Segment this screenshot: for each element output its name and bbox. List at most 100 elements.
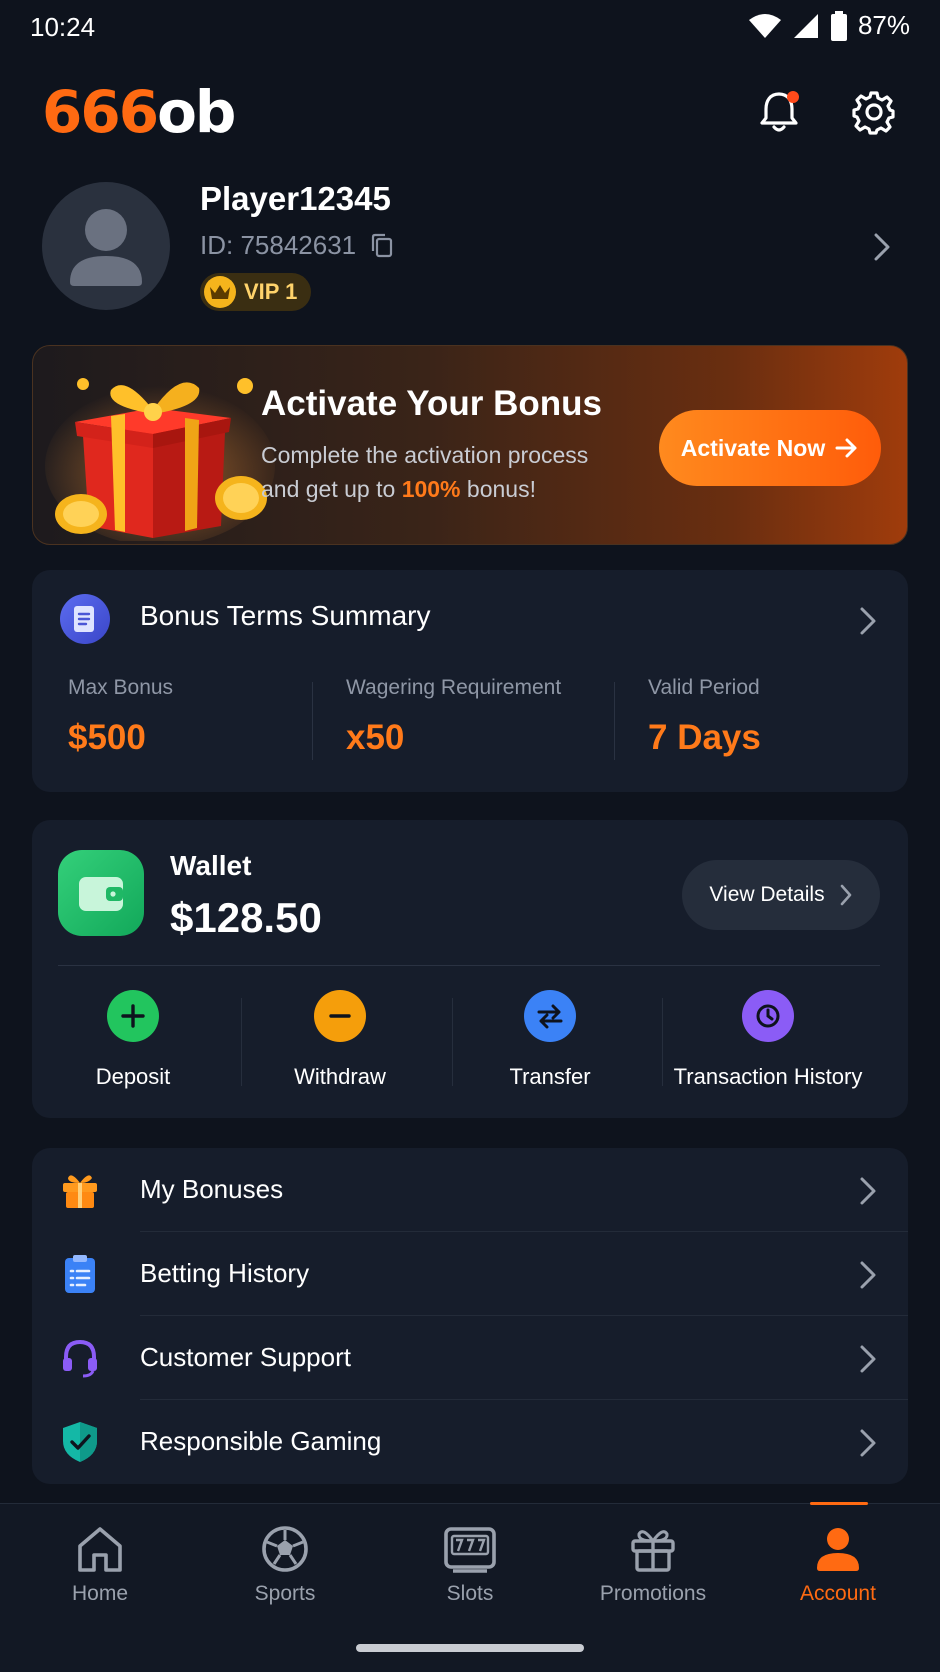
menu-item-betting-history[interactable]: Betting History: [32, 1232, 908, 1316]
username: Player12345: [200, 180, 391, 217]
logo-part-2: ob: [157, 78, 236, 146]
bonus-banner: Activate Your Bonus Complete the activat…: [32, 345, 908, 545]
notification-dot: [787, 91, 799, 103]
stat-value: 7 Days: [648, 718, 761, 757]
nav-home[interactable]: Home: [20, 1524, 180, 1606]
gift-icon: [58, 1168, 102, 1212]
divider: [312, 682, 313, 760]
nav-label: Slots: [446, 1582, 494, 1605]
divider: [614, 682, 615, 760]
nav-account[interactable]: Account: [758, 1524, 918, 1606]
nav-label: Sports: [254, 1582, 316, 1605]
stat-value: x50: [346, 718, 405, 757]
plus-icon: [107, 990, 159, 1042]
user-id: ID: 75842631: [200, 230, 357, 260]
stat-valid-period: Valid Period 7 Days: [648, 676, 761, 758]
copy-icon[interactable]: [370, 233, 394, 259]
chevron-right-icon[interactable]: [872, 232, 892, 262]
chevron-right-icon: [860, 1429, 876, 1457]
wifi-icon: [748, 13, 781, 38]
banner-desc-before: and get up to: [261, 476, 402, 502]
transfer-button[interactable]: Transfer: [485, 990, 615, 1090]
chevron-right-icon: [860, 1345, 876, 1373]
menu-item-my-bonuses[interactable]: My Bonuses: [32, 1148, 908, 1232]
settings-button[interactable]: [850, 88, 898, 136]
divider: [58, 965, 880, 966]
status-time: 10:24: [30, 12, 96, 42]
status-icons: 87%: [748, 10, 910, 41]
activate-now-button[interactable]: Activate Now: [659, 410, 881, 486]
battery-percent: 87%: [857, 10, 910, 40]
stat-label: Max Bonus: [68, 676, 174, 699]
stat-value: $500: [68, 718, 146, 757]
banner-desc-line1: Complete the activation process: [261, 442, 589, 468]
bonus-terms-card[interactable]: Bonus Terms Summary Max Bonus $500 Wager…: [32, 570, 908, 792]
wallet-card: Wallet $128.50 View Details Deposit With…: [32, 820, 908, 1118]
app-logo: 666ob: [42, 78, 236, 146]
signal-icon: [793, 13, 818, 38]
nav-label: Home: [71, 1582, 129, 1605]
activate-now-label: Activate Now: [680, 434, 826, 461]
view-details-label: View Details: [709, 883, 825, 906]
battery-icon: [830, 10, 847, 41]
menu-label: Betting History: [140, 1258, 310, 1288]
transaction-history-label: Transaction History: [673, 1064, 863, 1089]
banner-desc-after: bonus!: [460, 476, 536, 502]
stat-label: Valid Period: [648, 676, 760, 699]
vip-label: VIP 1: [244, 279, 298, 304]
stat-wagering: Wagering Requirement x50: [346, 676, 561, 758]
view-details-button[interactable]: View Details: [682, 860, 880, 930]
bell-icon: [760, 91, 799, 132]
withdraw-button[interactable]: Withdraw: [275, 990, 405, 1090]
withdraw-label: Withdraw: [294, 1064, 386, 1089]
terms-title: Bonus Terms Summary: [140, 600, 431, 631]
wallet-icon: [58, 850, 144, 936]
slot-machine-icon: [444, 1527, 496, 1573]
document-icon: [60, 594, 110, 644]
headset-icon: [58, 1336, 102, 1380]
menu-item-customer-support[interactable]: Customer Support: [32, 1316, 908, 1400]
chevron-right-icon[interactable]: [858, 606, 878, 636]
stat-label: Wagering Requirement: [346, 676, 562, 699]
divider: [662, 998, 663, 1086]
active-tab-indicator: [810, 1502, 868, 1505]
chevron-right-icon: [860, 1177, 876, 1205]
deposit-label: Deposit: [95, 1064, 171, 1089]
home-indicator[interactable]: [356, 1644, 584, 1652]
wallet-title: Wallet: [170, 850, 252, 881]
transfer-arrows-icon: [524, 990, 576, 1042]
nav-slots[interactable]: Slots: [390, 1524, 550, 1606]
gift-box-illustration: [45, 378, 275, 541]
status-bar: 10:24 87%: [0, 0, 940, 56]
deposit-button[interactable]: Deposit: [68, 990, 198, 1090]
banner-description: Complete the activation process and get …: [261, 438, 621, 506]
bottom-nav: Home Sports Slots Promotions Account: [0, 1502, 940, 1672]
user-id-row: ID: 75842631: [200, 230, 394, 261]
arrow-right-icon: [835, 438, 857, 458]
account-menu: My Bonuses Betting History Customer Supp…: [32, 1148, 908, 1484]
chevron-right-icon: [840, 884, 851, 906]
menu-label: Customer Support: [140, 1342, 351, 1372]
notification-button[interactable]: [755, 88, 803, 136]
banner-desc-percent: 100%: [401, 476, 461, 502]
nav-label: Promotions: [599, 1582, 707, 1605]
avatar[interactable]: [42, 182, 170, 310]
home-icon: [78, 1527, 122, 1572]
transfer-label: Transfer: [509, 1064, 591, 1089]
user-icon: [817, 1528, 859, 1571]
logo-part-1: 666: [42, 78, 159, 146]
gift-icon: [631, 1530, 675, 1572]
divider: [241, 998, 242, 1086]
wallet-balance: $128.50: [170, 894, 322, 941]
crown-icon: [204, 276, 236, 308]
menu-label: My Bonuses: [140, 1174, 284, 1204]
menu-item-responsible-gaming[interactable]: Responsible Gaming: [32, 1400, 908, 1484]
stat-max-bonus: Max Bonus $500: [68, 676, 173, 758]
gear-icon: [852, 91, 895, 135]
transaction-history-button[interactable]: Transaction History: [668, 990, 868, 1090]
nav-promotions[interactable]: Promotions: [573, 1524, 733, 1606]
history-clock-icon: [742, 990, 794, 1042]
menu-label: Responsible Gaming: [140, 1426, 382, 1456]
nav-sports[interactable]: Sports: [205, 1524, 365, 1606]
shield-check-icon: [58, 1420, 102, 1464]
